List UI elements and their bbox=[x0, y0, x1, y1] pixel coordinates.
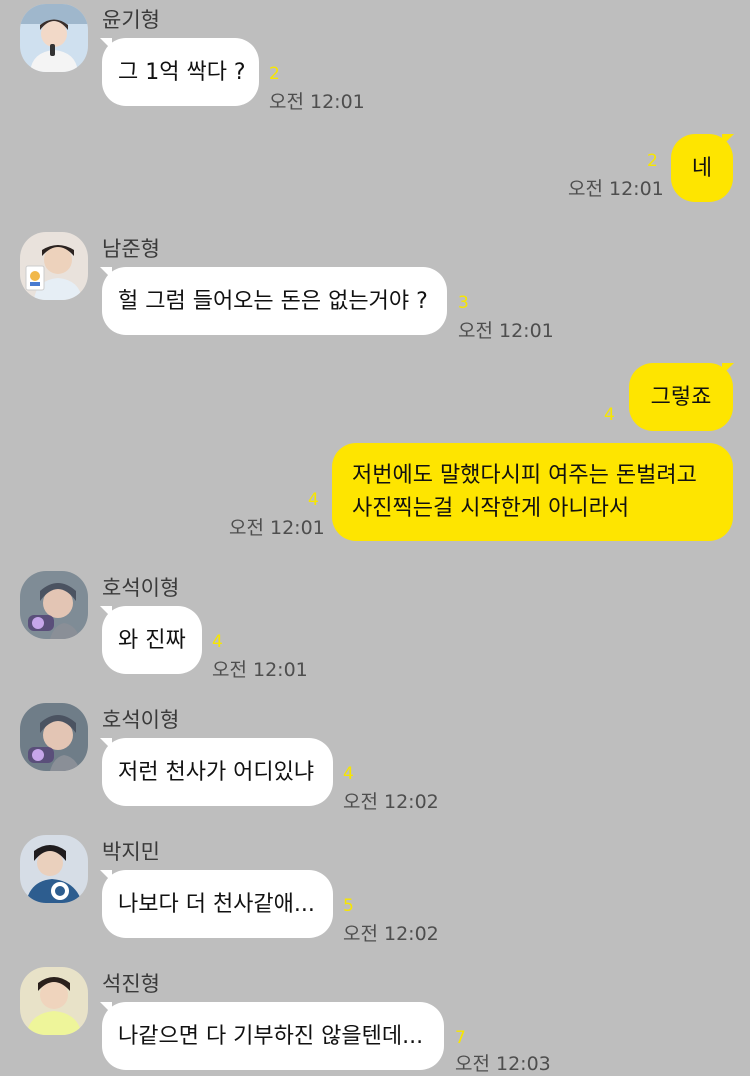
unread-count: 7 bbox=[455, 1028, 466, 1048]
timestamp: 오전 12:03 bbox=[455, 1053, 551, 1075]
message-text: 그렇죠 bbox=[650, 384, 712, 410]
timestamp: 오전 12:01 bbox=[229, 517, 325, 539]
timestamp: 오전 12:01 bbox=[568, 178, 664, 200]
unread-count: 4 bbox=[604, 405, 615, 425]
sender-name: 박지민 bbox=[102, 840, 160, 864]
message-bubble[interactable]: 네 bbox=[671, 134, 733, 202]
message-bubble[interactable]: 나같으면 다 기부하진 않을텐데... bbox=[102, 1002, 444, 1070]
message-bubble[interactable]: 저번에도 말했다시피 여주는 돈벌려고 사진찍는걸 시작한게 아니라서 bbox=[332, 443, 733, 541]
timestamp: 오전 12:02 bbox=[343, 791, 439, 813]
message-text: 나같으면 다 기부하진 않을텐데... bbox=[118, 1023, 424, 1049]
message-bubble[interactable]: 저런 천사가 어디있냐 bbox=[102, 738, 333, 806]
avatar[interactable] bbox=[20, 571, 88, 639]
timestamp: 오전 12:02 bbox=[343, 923, 439, 945]
message-bubble[interactable]: 와 진짜 bbox=[102, 606, 202, 674]
sender-name: 윤기형 bbox=[102, 8, 160, 32]
unread-count: 2 bbox=[269, 64, 280, 84]
sender-name: 호석이형 bbox=[102, 576, 180, 600]
unread-count: 5 bbox=[343, 896, 354, 916]
avatar[interactable] bbox=[20, 232, 88, 300]
message-text-line: 저번에도 말했다시피 여주는 돈벌려고 bbox=[352, 463, 697, 488]
unread-count: 4 bbox=[212, 632, 223, 652]
avatar[interactable] bbox=[20, 703, 88, 771]
timestamp: 오전 12:01 bbox=[212, 659, 308, 681]
sender-name: 석진형 bbox=[102, 972, 160, 996]
message-text: 나보다 더 천사같애... bbox=[118, 891, 315, 917]
message-text: 네 bbox=[691, 155, 713, 181]
unread-count: 4 bbox=[308, 490, 319, 510]
message-bubble[interactable]: 그 1억 싹다 ? bbox=[102, 38, 259, 106]
avatar[interactable] bbox=[20, 835, 88, 903]
avatar[interactable] bbox=[20, 4, 88, 72]
timestamp: 오전 12:01 bbox=[269, 91, 365, 113]
unread-count: 2 bbox=[647, 151, 658, 171]
message-text-line: 사진찍는걸 시작한게 아니라서 bbox=[352, 496, 630, 521]
sender-name: 남준형 bbox=[102, 237, 160, 261]
sender-name: 호석이형 bbox=[102, 708, 180, 732]
message-text: 그 1억 싹다 ? bbox=[118, 59, 246, 85]
unread-count: 4 bbox=[343, 764, 354, 784]
message-text: 저런 천사가 어디있냐 bbox=[118, 759, 315, 785]
avatar[interactable] bbox=[20, 967, 88, 1035]
message-bubble[interactable]: 헐 그럼 들어오는 돈은 없는거야 ? bbox=[102, 267, 447, 335]
message-text: 와 진짜 bbox=[118, 627, 186, 653]
message-bubble[interactable]: 나보다 더 천사같애... bbox=[102, 870, 333, 938]
chat-room[interactable]: 윤기형 그 1억 싹다 ? 2 오전 12:01 네 2 오전 12:01 남준… bbox=[0, 0, 750, 1075]
message-bubble[interactable]: 그렇죠 bbox=[629, 363, 733, 431]
timestamp: 오전 12:01 bbox=[458, 320, 554, 342]
unread-count: 3 bbox=[458, 293, 469, 313]
message-text: 헐 그럼 들어오는 돈은 없는거야 ? bbox=[118, 288, 428, 314]
